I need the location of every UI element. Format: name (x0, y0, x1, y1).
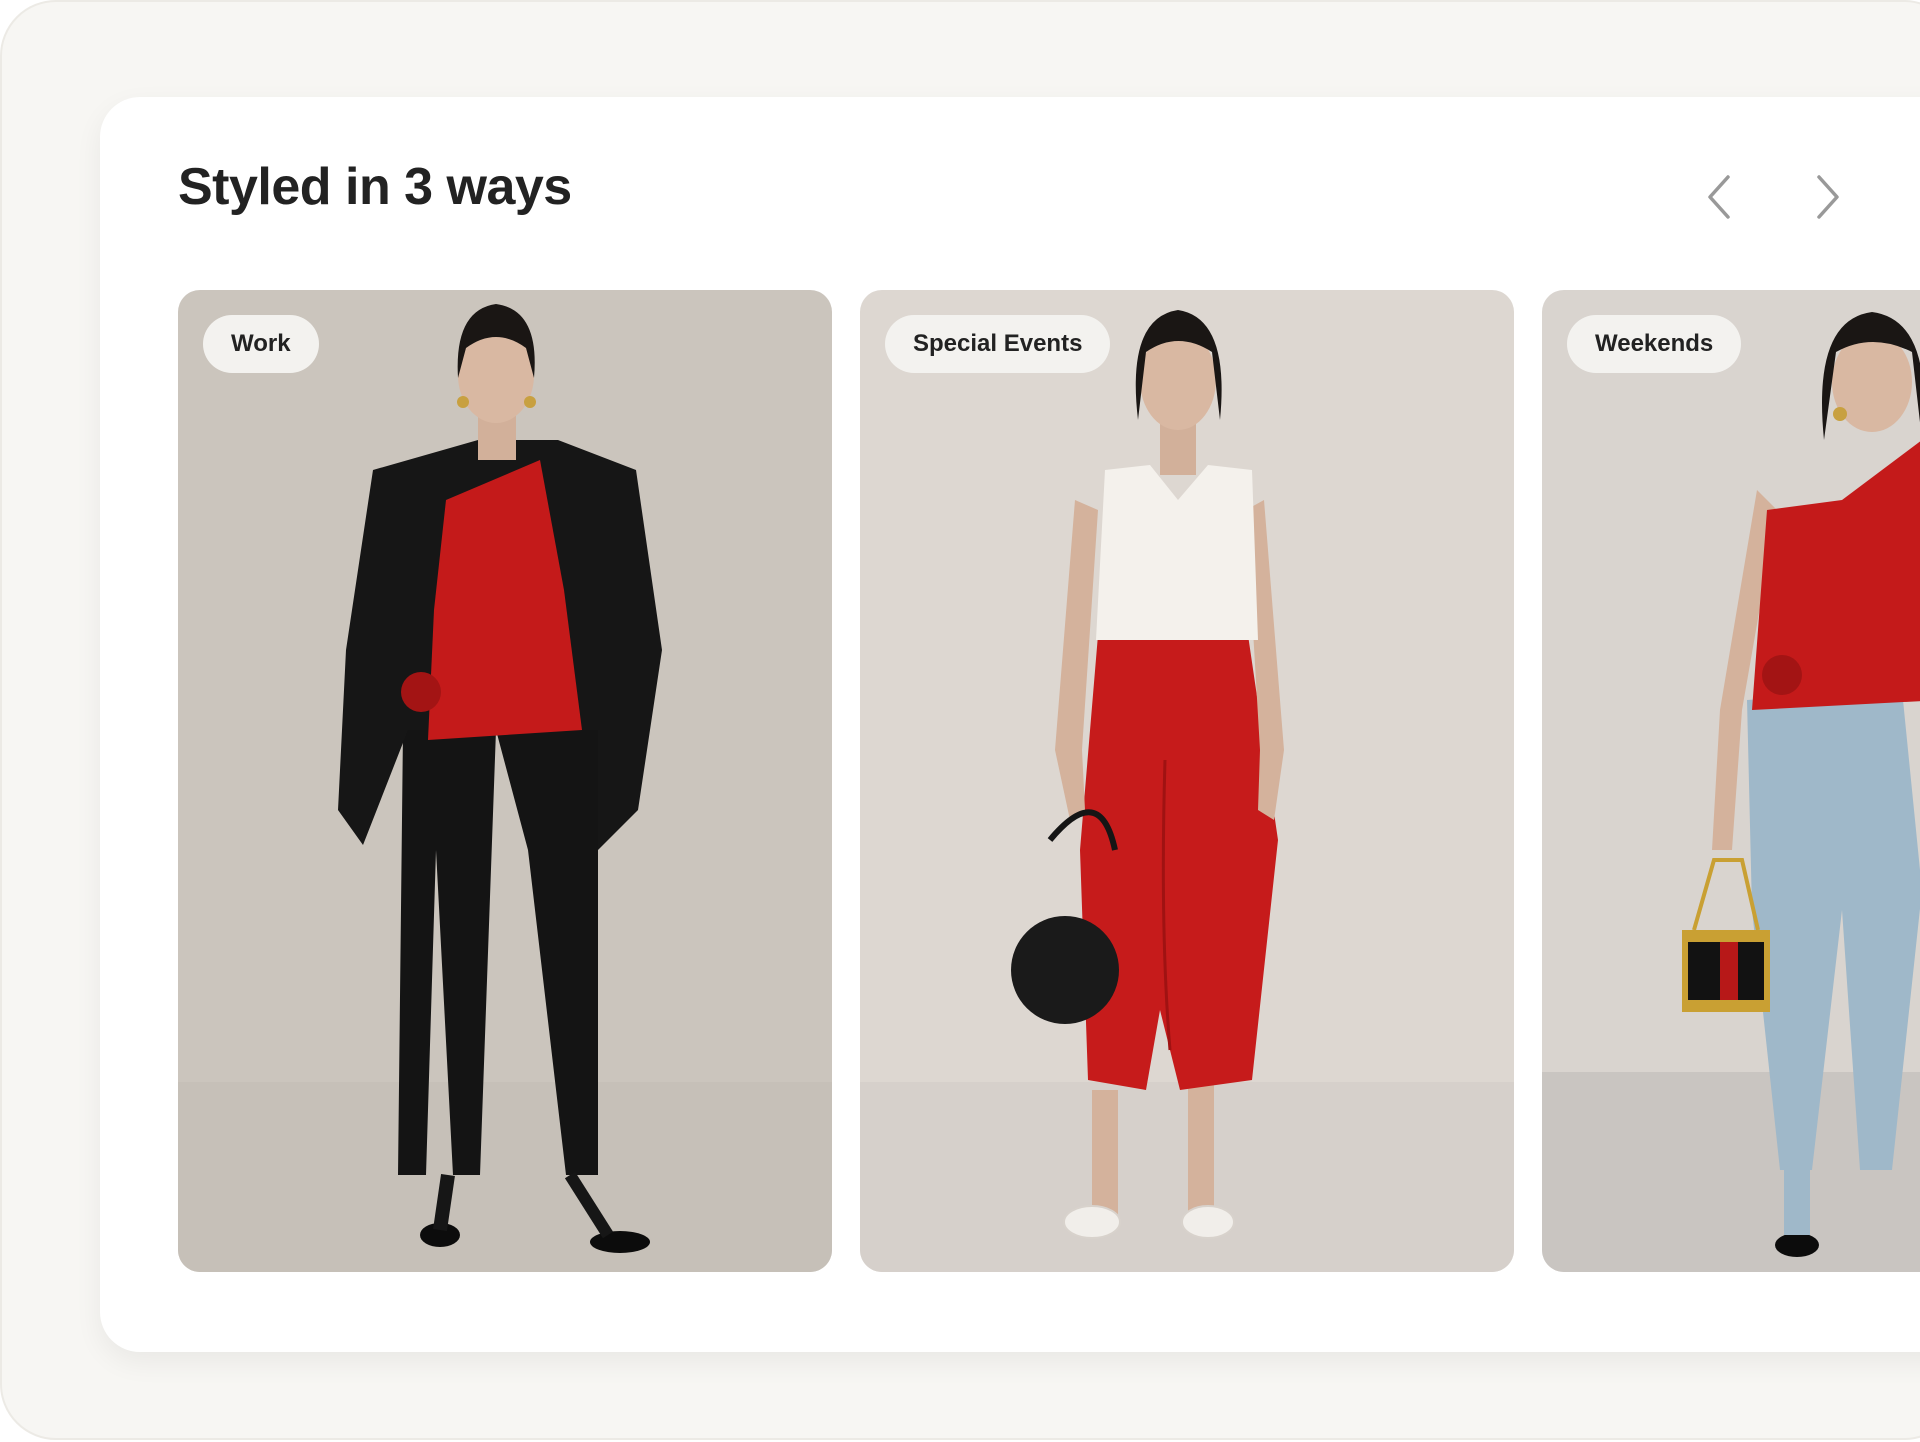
styled-ways-panel: Styled in 3 ways Work Special Events Wee… (100, 97, 1920, 1352)
tag-special-events: Special Events (885, 315, 1111, 373)
chevron-right-icon (1817, 175, 1839, 219)
outfit-card-special-events[interactable]: Special Events (860, 290, 1514, 1272)
chevron-left-icon (1708, 175, 1730, 219)
outfit-card-work[interactable]: Work (178, 290, 832, 1272)
outfit-card-weekends[interactable]: Weekends (1542, 290, 1920, 1272)
tag-weekends: Weekends (1567, 315, 1742, 373)
outfit-weekends-photo (1682, 312, 1920, 1257)
outfit-special-events-photo (1011, 310, 1284, 1239)
tag-work: Work (203, 315, 319, 373)
carousel-next-button[interactable] (1797, 167, 1857, 227)
outfit-work-photo (338, 304, 662, 1253)
outer-frame: Styled in 3 ways Work Special Events Wee… (0, 0, 1920, 1440)
section-title: Styled in 3 ways (178, 158, 572, 216)
carousel-prev-button[interactable] (1690, 167, 1750, 227)
